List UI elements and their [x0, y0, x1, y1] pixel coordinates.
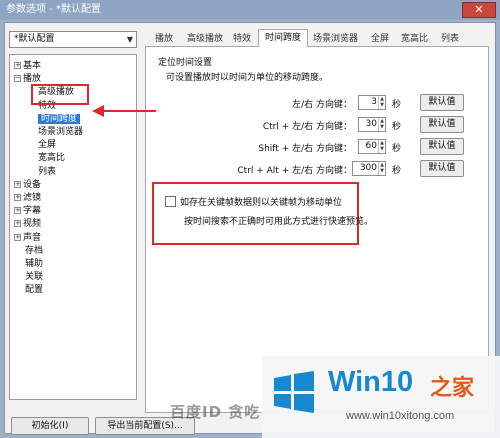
tree-item[interactable]: + 声音	[14, 232, 41, 245]
default-value-button[interactable]: 默认值	[420, 94, 464, 111]
close-button[interactable]: ✕	[462, 2, 496, 18]
brand-suffix: 之家	[430, 376, 475, 401]
brand-name: Win10	[328, 366, 414, 398]
keyframe-note: 按时间搜索不正确时可用此方式进行快速预览。	[184, 217, 374, 227]
spin-arrows-icon[interactable]: ▲ ▼	[378, 162, 385, 175]
tab[interactable]: 特效	[227, 31, 257, 47]
unit-label: 秒	[392, 144, 402, 154]
profile-select-value: *默认配置	[14, 34, 55, 44]
tree-item[interactable]: 列表	[38, 166, 56, 179]
spin-arrows-icon[interactable]: ▲ ▼	[378, 96, 385, 109]
spin-arrows-icon[interactable]: ▲ ▼	[378, 118, 385, 131]
brand-url: www.win10xitong.com	[346, 410, 455, 422]
expand-icon[interactable]: +	[14, 194, 21, 201]
tree-item[interactable]: + 设备	[14, 179, 41, 192]
tab[interactable]: 场景浏览器	[307, 31, 364, 47]
seconds-value[interactable]: 30	[366, 119, 377, 129]
tree-item-label: 辅助	[25, 259, 44, 269]
profile-select[interactable]: *默认配置 ▼	[9, 31, 137, 48]
row-label: 左/右 方向键：	[292, 100, 352, 110]
row-label: Ctrl + Alt + 左/右 方向键：	[237, 166, 352, 176]
unit-label: 秒	[392, 100, 402, 110]
seconds-spinbox[interactable]: 30 ▲ ▼	[358, 117, 386, 132]
tab-bar: 播放 高级播放 特效 时间跨度 场景浏览器 全屏 宽高比 列表	[145, 29, 489, 48]
tree-item[interactable]: 宽高比	[38, 152, 65, 165]
group-title: 定位时间设置	[158, 58, 213, 68]
group-description: 可设置播放时以时间为单位的移动跨度。	[166, 73, 329, 83]
expand-icon[interactable]: +	[14, 233, 21, 241]
row-label: Shift + 左/右 方向键：	[258, 144, 352, 154]
tree-item-label: 设备	[23, 179, 42, 190]
tree-item[interactable]: 全屏	[38, 139, 56, 152]
default-value-button[interactable]: 默认值	[420, 116, 464, 133]
seconds-value[interactable]: 60	[366, 141, 377, 151]
tree-item-label: 视频	[23, 219, 42, 230]
expand-icon[interactable]: +	[14, 207, 21, 215]
annotation-arrow-icon	[92, 105, 156, 117]
expand-icon[interactable]: +	[14, 220, 21, 228]
seconds-spinbox[interactable]: 300 ▲ ▼	[352, 161, 386, 176]
expand-icon[interactable]: +	[14, 62, 21, 69]
seconds-value[interactable]: 3	[371, 97, 377, 107]
init-button[interactable]: 初始化(I)	[11, 417, 89, 435]
tree-item[interactable]: + 视频	[14, 218, 41, 231]
default-value-button[interactable]: 默认值	[420, 138, 464, 155]
dialog-window: 参数选项 - *默认配置 ✕ *默认配置 ▼ + 基本 − 播放 高级播放 特效 时间跨度场…	[0, 0, 500, 438]
chevron-down-icon[interactable]: ▼	[127, 32, 133, 47]
tree-item[interactable]: + 字幕	[14, 205, 41, 218]
windows-logo-icon	[274, 371, 314, 413]
tree-item-label: 滤镜	[23, 193, 42, 203]
tab[interactable]: 播放	[149, 31, 179, 47]
row-label: Ctrl + 左/右 方向键：	[262, 122, 352, 132]
tree-item[interactable]: 辅助	[14, 258, 43, 271]
expand-icon[interactable]: +	[14, 180, 21, 188]
tab[interactable]: 全屏	[365, 31, 395, 47]
seconds-value[interactable]: 300	[360, 163, 377, 173]
window-title: 参数选项 - *默认配置	[6, 4, 101, 15]
spin-arrows-icon[interactable]: ▲ ▼	[378, 140, 385, 153]
tree-item-label: 声音	[23, 232, 42, 243]
annotation-box-tree	[31, 84, 89, 105]
tree-item-label: 基本	[23, 61, 42, 71]
tree-item-label: 配置	[25, 285, 44, 296]
tree-item[interactable]: + 基本	[14, 60, 41, 73]
seconds-spinbox[interactable]: 3 ▲ ▼	[358, 95, 386, 110]
tree-item[interactable]: 场景浏览器	[38, 126, 83, 139]
keyframe-checkbox[interactable]	[165, 196, 176, 207]
tree-item-label: 场景浏览器	[38, 127, 84, 137]
tree-item-label: 列表	[38, 166, 57, 177]
tab[interactable]: 宽高比	[395, 31, 434, 47]
tree-item-label: 宽高比	[38, 153, 66, 164]
tree-item[interactable]: 配置	[14, 284, 43, 297]
tab[interactable]: 列表	[435, 31, 465, 47]
seconds-spinbox[interactable]: 60 ▲ ▼	[358, 139, 386, 154]
baidu-watermark: 百度ID 贪吃	[170, 403, 261, 421]
tab[interactable]: 时间跨度	[258, 29, 309, 48]
tree-item[interactable]: 时间跨度	[38, 113, 81, 126]
tree-item[interactable]: 关联	[14, 271, 43, 284]
tree-item-label: 播放	[23, 74, 42, 85]
unit-label: 秒	[392, 122, 402, 132]
tree-item-label: 字幕	[23, 206, 42, 217]
tree-item-label: 全屏	[38, 140, 57, 151]
keyframe-checkbox-label[interactable]: 如存在关键帧数据则以关键帧为移动单位	[180, 195, 342, 208]
tree-item[interactable]: 存档	[14, 245, 43, 258]
tree-item-label: 关联	[25, 272, 44, 283]
title-bar: 参数选项 - *默认配置 ✕	[0, 0, 500, 20]
win10-watermark: Win10 之家 www.win10xitong.com	[262, 356, 500, 438]
tree-item[interactable]: + 滤镜	[14, 192, 41, 205]
tab[interactable]: 高级播放	[181, 31, 229, 47]
tree-item-label: 时间跨度	[38, 113, 81, 124]
tree-item-label: 存档	[25, 245, 44, 256]
collapse-icon[interactable]: −	[14, 75, 21, 83]
unit-label: 秒	[392, 166, 402, 176]
close-icon[interactable]: ✕	[474, 3, 483, 16]
default-value-button[interactable]: 默认值	[420, 160, 464, 177]
